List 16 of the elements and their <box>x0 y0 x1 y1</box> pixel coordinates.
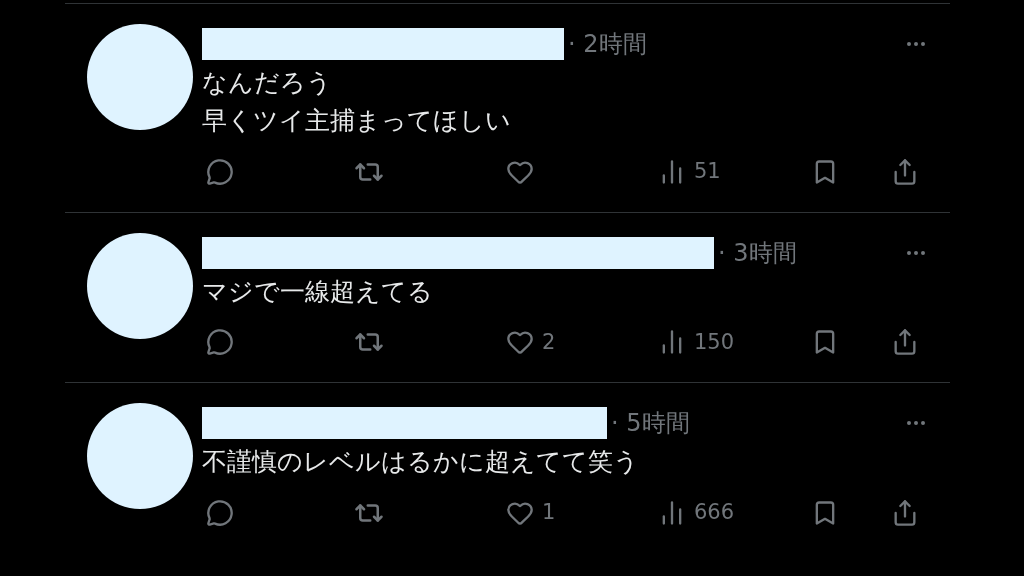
post-text: マジで一線超えてる <box>202 275 434 308</box>
reply-icon[interactable] <box>206 157 234 186</box>
reply-icon[interactable] <box>206 498 234 527</box>
reply-icon[interactable] <box>206 328 234 357</box>
view-count: 150 <box>694 328 735 356</box>
view-count: 51 <box>694 158 721 185</box>
like-count: 2 <box>542 328 556 356</box>
like-count: 1 <box>542 499 556 526</box>
post-text: なんだろう <box>202 67 333 99</box>
post-text: 不謹慎のレベルはるかに超えてて笑う <box>202 446 640 478</box>
post-time: · 3時間 <box>718 237 797 269</box>
post-text: 早くツイ主捕まってほしい <box>202 105 512 137</box>
like-icon[interactable] <box>506 328 534 357</box>
post-time: · 2時間 <box>568 29 647 60</box>
post-time: · 5時間 <box>611 408 690 439</box>
view-count: 666 <box>694 499 735 526</box>
